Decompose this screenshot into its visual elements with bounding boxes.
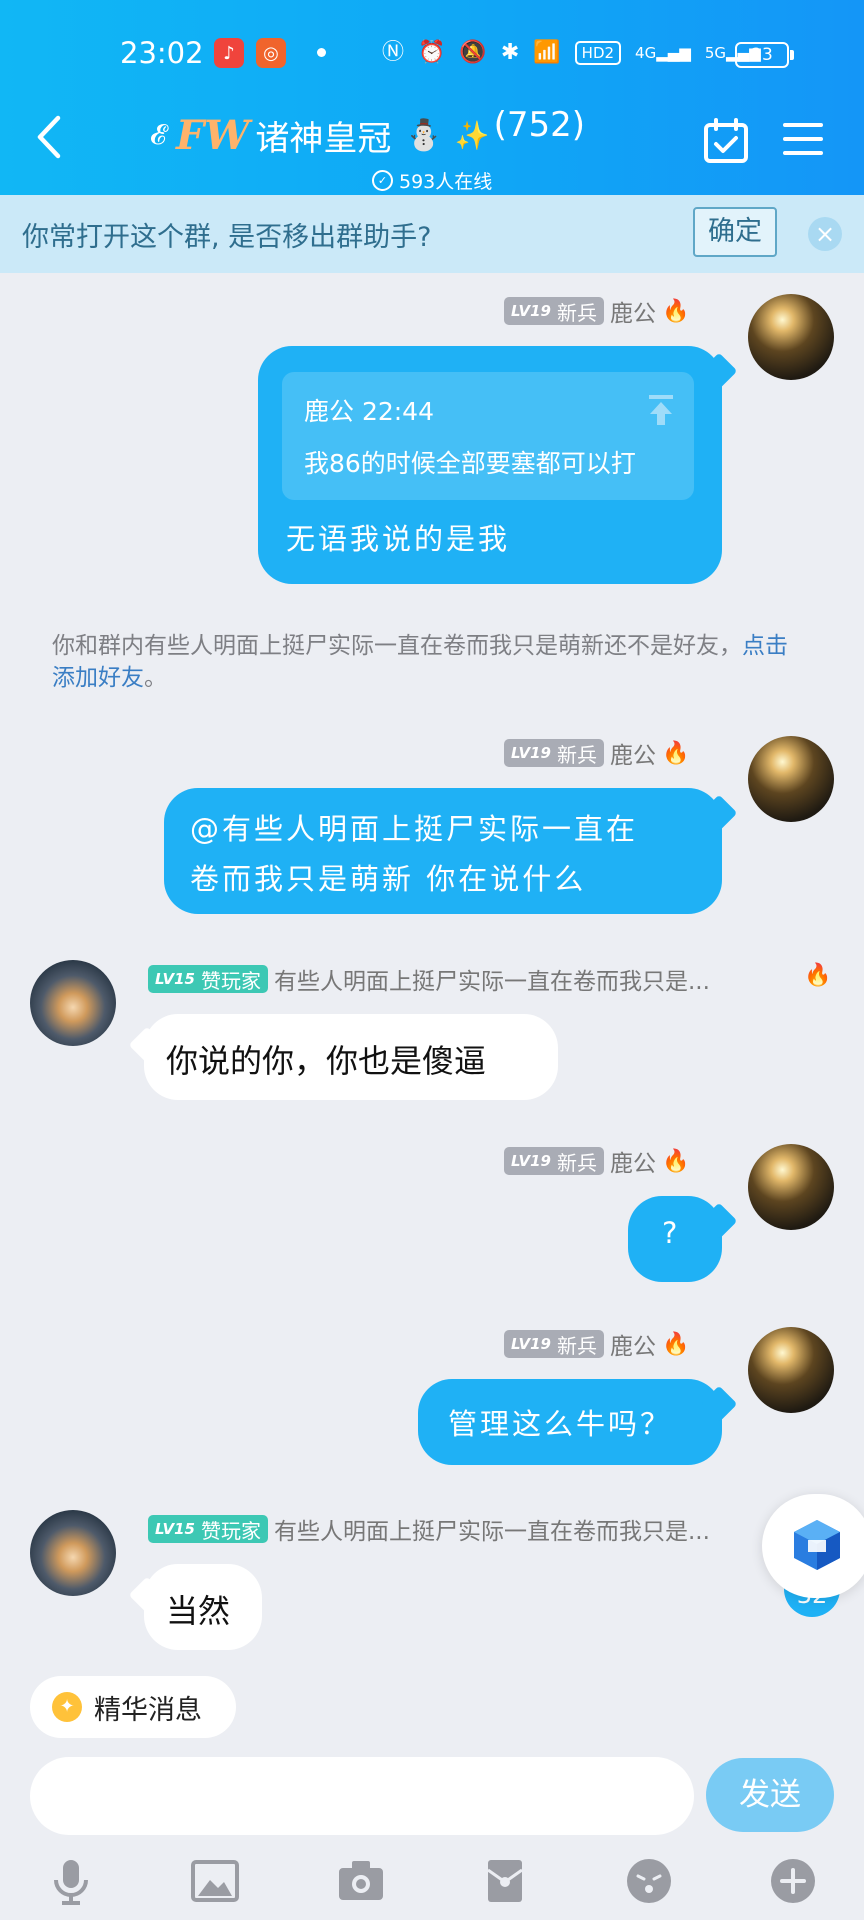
alarm-icon: ⏰ xyxy=(418,40,446,65)
sparkle-icon: ✨ xyxy=(454,118,490,152)
camera-icon[interactable] xyxy=(336,1856,386,1906)
message-bubble[interactable]: 你说的你，你也是傻逼 xyxy=(128,1014,558,1100)
group-assistant-banner: 你常打开这个群, 是否移出群助手? 确定 × xyxy=(0,195,864,273)
signal-4g-icon: 4G▂▄▆ xyxy=(635,44,691,62)
back-button[interactable] xyxy=(30,112,70,162)
input-toolbar xyxy=(0,1848,864,1920)
status-time: 23:02 xyxy=(120,36,204,70)
essence-label: 精华消息 xyxy=(94,1694,202,1726)
avatar[interactable] xyxy=(748,294,834,380)
emoji-icon[interactable] xyxy=(624,1856,674,1906)
sender-meta: LV15 赞玩家 有些人明面上挺尸实际一直在卷而我只是... xyxy=(148,1512,710,1546)
message-text-line-2: 卷而我只是萌新 你在说什么 xyxy=(190,862,587,896)
message-bubble[interactable]: 鹿公 22:44 我86的时候全部要塞都可以打 无语我说的是我 xyxy=(258,346,738,584)
notification-dot-icon xyxy=(317,48,326,57)
battery-indicator: 23 xyxy=(735,42,794,68)
mute-icon: 🔕 xyxy=(459,40,487,65)
member-count: (752) xyxy=(493,105,586,145)
sender-name[interactable]: 鹿公 xyxy=(610,294,656,328)
ear-icon: 𝓔 xyxy=(150,118,167,151)
sender-meta: LV15 赞玩家 有些人明面上挺尸实际一直在卷而我只是... xyxy=(148,962,710,996)
sender-meta: LV19 新兵 鹿公 🔥 xyxy=(504,1327,689,1361)
jump-to-quote-icon[interactable] xyxy=(648,394,674,426)
system-notice: 你和群内有些人明面上挺尸实际一直在卷而我只是萌新还不是好友，点击添加好友。 xyxy=(52,633,788,691)
wifi-icon: 📶 xyxy=(533,40,561,65)
bluetooth-icon: ✱ xyxy=(500,40,520,65)
avatar[interactable] xyxy=(30,1510,116,1596)
nfc-icon: Ⓝ xyxy=(382,40,405,65)
avatar[interactable] xyxy=(748,736,834,822)
message-bubble[interactable]: ? xyxy=(628,1196,738,1282)
message-bubble[interactable]: @有些人明面上挺尸实际一直在 卷而我只是萌新 你在说什么 xyxy=(164,788,738,914)
message-text: 管理这么牛吗？ xyxy=(448,1407,673,1441)
fire-icon: 🔥 xyxy=(804,963,832,988)
fire-icon: 🔥 xyxy=(661,740,690,766)
bubble-tail xyxy=(700,352,738,390)
bubble-tail xyxy=(700,1202,738,1240)
status-bar: 23:02 ♪ ◎ Ⓝ ⏰ 🔕 ✱ 📶 HD2 4G▂▄▆ 5G▂▄▆ 23 xyxy=(0,30,864,80)
avatar[interactable] xyxy=(748,1144,834,1230)
essence-messages-button[interactable]: ✦ 精华消息 xyxy=(30,1676,236,1738)
message-bubble[interactable]: 管理这么牛吗？ xyxy=(418,1379,738,1465)
image-icon[interactable] xyxy=(190,1856,240,1906)
quote-header: 鹿公 22:44 xyxy=(304,397,434,426)
send-button[interactable]: 发送 xyxy=(706,1758,834,1832)
microphone-icon[interactable] xyxy=(46,1856,96,1906)
avatar[interactable] xyxy=(748,1327,834,1413)
message-text: 当然 xyxy=(166,1592,231,1630)
bubble-tail xyxy=(700,794,738,832)
bubble-tail xyxy=(128,1576,166,1614)
level-badge: LV19 新兵 xyxy=(504,1330,604,1358)
quote-text: 我86的时候全部要塞都可以打 xyxy=(304,449,636,478)
sender-name[interactable]: 鹿公 xyxy=(610,736,656,770)
menu-button[interactable] xyxy=(783,121,823,157)
floating-assistant-button[interactable] xyxy=(762,1494,864,1598)
fire-icon: 🔥 xyxy=(661,1148,690,1174)
banner-text: 你常打开这个群, 是否移出群助手? xyxy=(22,222,432,253)
calendar-check-button[interactable] xyxy=(703,118,749,164)
banner-confirm-button[interactable]: 确定 xyxy=(693,207,777,257)
group-title-prefix: FW xyxy=(176,111,250,159)
fire-icon: 🔥 xyxy=(661,1331,690,1357)
message-text-line-1: @有些人明面上挺尸实际一直在 xyxy=(190,812,639,846)
fire-icon: 🔥 xyxy=(661,298,690,324)
cube-icon xyxy=(794,1520,840,1570)
sender-meta: LV19 新兵 鹿公 🔥 xyxy=(504,1144,689,1178)
online-check-icon: ✓ xyxy=(372,170,393,191)
group-title-name: 诸神皇冠 xyxy=(255,118,392,159)
music-app-icon: ♪ xyxy=(214,38,244,68)
sender-name[interactable]: 有些人明面上挺尸实际一直在卷而我只是... xyxy=(274,1512,710,1546)
level-badge: LV15 赞玩家 xyxy=(148,1515,268,1543)
group-title[interactable]: 𝓔 FW 诸神皇冠 ⛄ ✨ (752) xyxy=(150,105,585,165)
message-input[interactable] xyxy=(30,1757,694,1835)
level-badge: LV19 新兵 xyxy=(504,297,604,325)
level-badge: LV19 新兵 xyxy=(504,739,604,767)
sender-name[interactable]: 鹿公 xyxy=(610,1327,656,1361)
status-icons: Ⓝ ⏰ 🔕 ✱ 📶 HD2 4G▂▄▆ 5G▂▄▆ xyxy=(382,38,761,68)
sender-meta: LV19 新兵 鹿公 🔥 xyxy=(504,736,689,770)
level-badge: LV15 赞玩家 xyxy=(148,965,268,993)
banner-close-icon[interactable]: × xyxy=(808,217,842,251)
online-count: ✓ 593人在线 xyxy=(372,167,492,194)
sender-meta: LV19 新兵 鹿公 🔥 xyxy=(504,294,689,328)
kuaishou-app-icon: ◎ xyxy=(256,38,286,68)
plus-icon[interactable] xyxy=(768,1856,818,1906)
message-text: 你说的你，你也是傻逼 xyxy=(166,1042,487,1080)
bubble-tail xyxy=(700,1385,738,1423)
level-badge: LV19 新兵 xyxy=(504,1147,604,1175)
chat-header: 23:02 ♪ ◎ Ⓝ ⏰ 🔕 ✱ 📶 HD2 4G▂▄▆ 5G▂▄▆ 23 𝓔… xyxy=(0,0,864,195)
message-bubble[interactable]: 当然 xyxy=(128,1564,262,1650)
sender-name[interactable]: 鹿公 xyxy=(610,1144,656,1178)
flame-icon: ✦ xyxy=(52,1692,82,1722)
avatar[interactable] xyxy=(30,960,116,1046)
bubble-tail xyxy=(128,1026,166,1064)
quoted-message[interactable]: 鹿公 22:44 我86的时候全部要塞都可以打 xyxy=(282,372,694,500)
red-packet-icon[interactable] xyxy=(480,1856,530,1906)
hd-icon: HD2 xyxy=(574,41,622,65)
sender-name[interactable]: 有些人明面上挺尸实际一直在卷而我只是... xyxy=(274,962,710,996)
message-text: 无语我说的是我 xyxy=(286,522,511,556)
penguin-icon: ⛄ xyxy=(405,117,443,153)
message-text: ? xyxy=(662,1216,681,1250)
